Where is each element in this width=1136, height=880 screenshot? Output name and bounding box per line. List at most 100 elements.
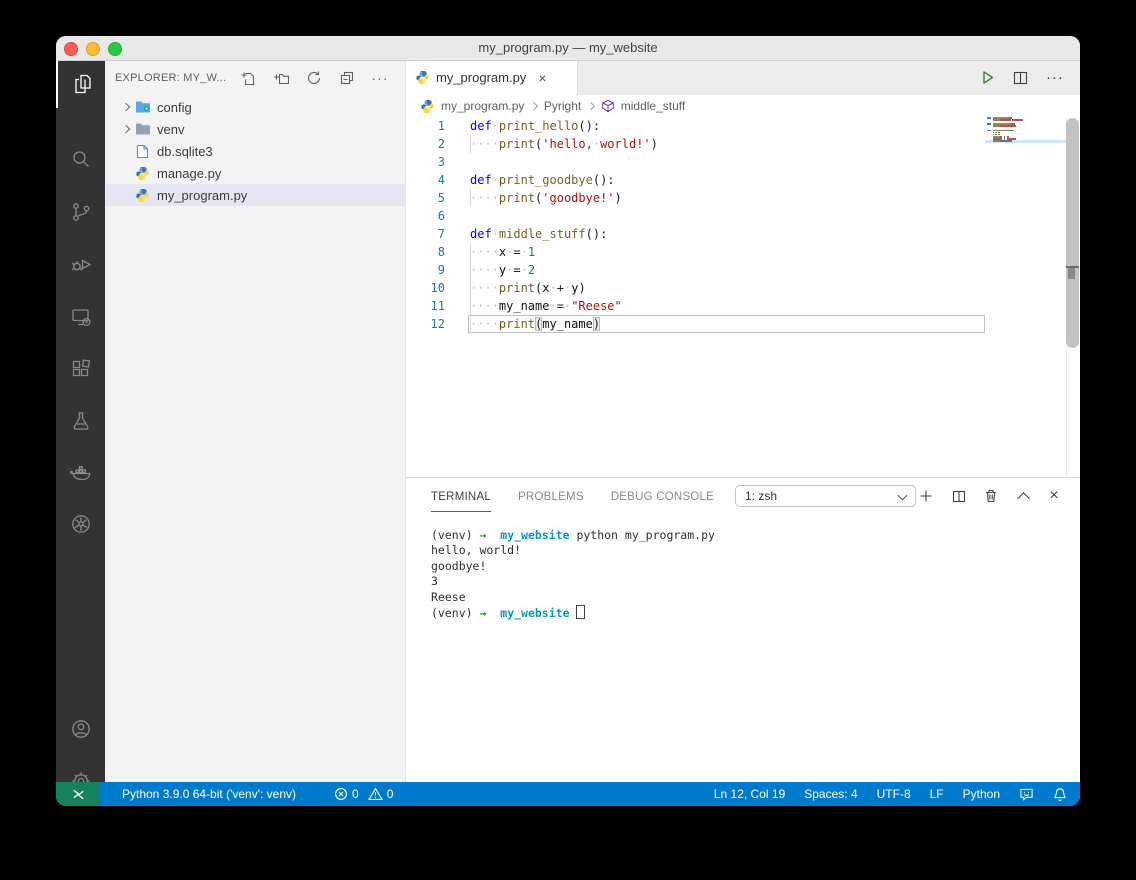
breadcrumb-symbol[interactable]: middle_stuff <box>621 99 685 113</box>
tab-debug-console[interactable]: DEBUG CONSOLE <box>611 481 714 511</box>
split-editor-icon[interactable] <box>1013 71 1028 85</box>
line-number[interactable]: 1 <box>405 117 445 135</box>
line-number[interactable]: 8 <box>405 243 445 261</box>
terminal-shell-select[interactable]: 1: zsh <box>735 485 916 507</box>
code-line[interactable]: 7 def·middle_stuff(): <box>405 225 985 243</box>
activity-testing-button[interactable] <box>56 397 105 445</box>
tab-my-program-py[interactable]: my_program.py × <box>405 60 578 95</box>
terminal-output[interactable]: (venv) → my_website python my_program.py… <box>431 528 1060 620</box>
code-line[interactable]: 2 ····print('hello,·world!') <box>405 135 985 153</box>
code-content[interactable]: ····x·=·1 <box>468 243 985 261</box>
close-panel-icon[interactable]: × <box>1046 488 1062 504</box>
activity-source-control-button[interactable] <box>56 188 105 236</box>
line-number[interactable]: 2 <box>405 135 445 153</box>
file-icon <box>134 143 151 159</box>
kill-terminal-icon[interactable] <box>983 488 999 504</box>
refresh-icon[interactable] <box>306 70 322 86</box>
code-line[interactable]: 3 <box>405 153 985 171</box>
file-item-config[interactable]: config <box>105 96 405 118</box>
maximize-panel-icon[interactable] <box>1015 488 1031 504</box>
problems-summary[interactable]: 0 0 <box>334 787 393 801</box>
zoom-window-button[interactable] <box>108 42 122 56</box>
code-line[interactable]: 8 ····x·=·1 <box>405 243 985 261</box>
tab-problems[interactable]: PROBLEMS <box>518 481 584 511</box>
activity-docker-button[interactable] <box>56 448 105 496</box>
file-item-venv[interactable]: venv <box>105 118 405 140</box>
code-line[interactable]: 9 ····y·=·2 <box>405 261 985 279</box>
breadcrumb-provider[interactable]: Pyright <box>544 99 581 113</box>
new-folder-icon[interactable] <box>273 70 289 86</box>
file-item-manage-py[interactable]: manage.py <box>105 162 405 184</box>
python-interpreter[interactable]: Python 3.9.0 64-bit ('venv': venv) <box>122 787 296 801</box>
account-button[interactable] <box>56 705 105 753</box>
code-content[interactable]: def·print_hello(): <box>468 117 985 135</box>
language-mode[interactable]: Python <box>963 787 1000 801</box>
indentation[interactable]: Spaces: 4 <box>804 787 857 801</box>
activity-search-button[interactable] <box>56 135 105 183</box>
line-number[interactable]: 4 <box>405 171 445 189</box>
activity-explorer-button[interactable] <box>56 60 107 108</box>
breadcrumb-file[interactable]: my_program.py <box>441 99 524 113</box>
close-tab-icon[interactable]: × <box>538 71 546 85</box>
code-content[interactable]: ····print(my_name) <box>468 315 985 333</box>
collapse-folders-icon[interactable] <box>339 70 355 86</box>
code-line[interactable]: 5 ····print('goodbye!') <box>405 189 985 207</box>
code-content[interactable]: ····print('goodbye!') <box>468 189 985 207</box>
tab-terminal[interactable]: TERMINAL <box>431 481 491 512</box>
run-python-file-icon[interactable] <box>980 70 995 85</box>
code-content[interactable]: ····print(x·+·y) <box>468 279 985 297</box>
minimap[interactable] <box>985 117 1066 237</box>
remote-indicator[interactable] <box>56 782 100 806</box>
editor-scrollbar[interactable] <box>1066 118 1079 348</box>
activity-extensions-button[interactable] <box>56 345 105 393</box>
code-line[interactable]: 12 ····print(my_name) <box>405 315 985 333</box>
python-icon <box>420 99 435 114</box>
activity-kubernetes-button[interactable] <box>56 500 105 548</box>
encoding[interactable]: UTF-8 <box>877 787 911 801</box>
minimize-window-button[interactable] <box>86 42 100 56</box>
eol-sequence[interactable]: LF <box>930 787 944 801</box>
file-item-my-program-py[interactable]: my_program.py <box>105 184 405 206</box>
code-editor[interactable]: 1 def·print_hello(): 2 ····print('hello,·wo… <box>405 117 985 477</box>
close-window-button[interactable] <box>64 42 78 56</box>
scrollbar-handle[interactable] <box>1068 268 1075 279</box>
notifications-bell-icon[interactable] <box>1053 787 1067 802</box>
line-number[interactable]: 6 <box>405 207 445 225</box>
line-number[interactable]: 11 <box>405 297 445 315</box>
error-count: 0 <box>352 787 359 801</box>
line-number[interactable]: 7 <box>405 225 445 243</box>
activity-remote-explorer-button[interactable] <box>56 293 105 341</box>
line-number[interactable]: 10 <box>405 279 445 297</box>
line-number[interactable]: 3 <box>405 153 445 171</box>
breadcrumb: my_program.py Pyright middle_stuff <box>405 95 1080 117</box>
code-content[interactable]: def·print_goodbye(): <box>468 171 985 189</box>
code-content[interactable] <box>468 153 985 171</box>
code-line[interactable]: 11 ····my_name·=·"Reese" <box>405 297 985 315</box>
code-content[interactable]: ····y·=·2 <box>468 261 985 279</box>
line-number[interactable]: 5 <box>405 189 445 207</box>
bottom-panel: TERMINAL PROBLEMS DEBUG CONSOLE 1: zsh ×… <box>405 477 1080 782</box>
line-number[interactable]: 12 <box>405 315 445 333</box>
cursor-position[interactable]: Ln 12, Col 19 <box>714 787 785 801</box>
line-number[interactable]: 9 <box>405 261 445 279</box>
file-item-db-sqlite3[interactable]: db.sqlite3 <box>105 140 405 162</box>
feedback-icon[interactable] <box>1019 787 1034 801</box>
python-icon <box>415 70 430 85</box>
more-actions-icon[interactable]: ··· <box>1046 69 1064 86</box>
code-content[interactable]: ····my_name·=·"Reese" <box>468 297 985 315</box>
activity-run-debug-button[interactable] <box>56 240 105 288</box>
code-line[interactable]: 1 def·print_hello(): <box>405 117 985 135</box>
code-content[interactable] <box>468 207 985 225</box>
vscode-window: my_program.py — my_website <box>56 36 1080 806</box>
run-debug-icon <box>69 252 93 276</box>
more-actions-icon[interactable]: ··· <box>372 70 388 86</box>
code-line[interactable]: 6 <box>405 207 985 225</box>
code-line[interactable]: 10 ····print(x·+·y) <box>405 279 985 297</box>
split-terminal-icon[interactable] <box>951 488 967 504</box>
terminal-line: (venv) → my_website <box>431 605 1060 620</box>
new-file-icon[interactable] <box>240 70 256 86</box>
code-line[interactable]: 4 def·print_goodbye(): <box>405 171 985 189</box>
new-terminal-icon[interactable] <box>918 488 934 504</box>
code-content[interactable]: def·middle_stuff(): <box>468 225 985 243</box>
code-content[interactable]: ····print('hello,·world!') <box>468 135 985 153</box>
